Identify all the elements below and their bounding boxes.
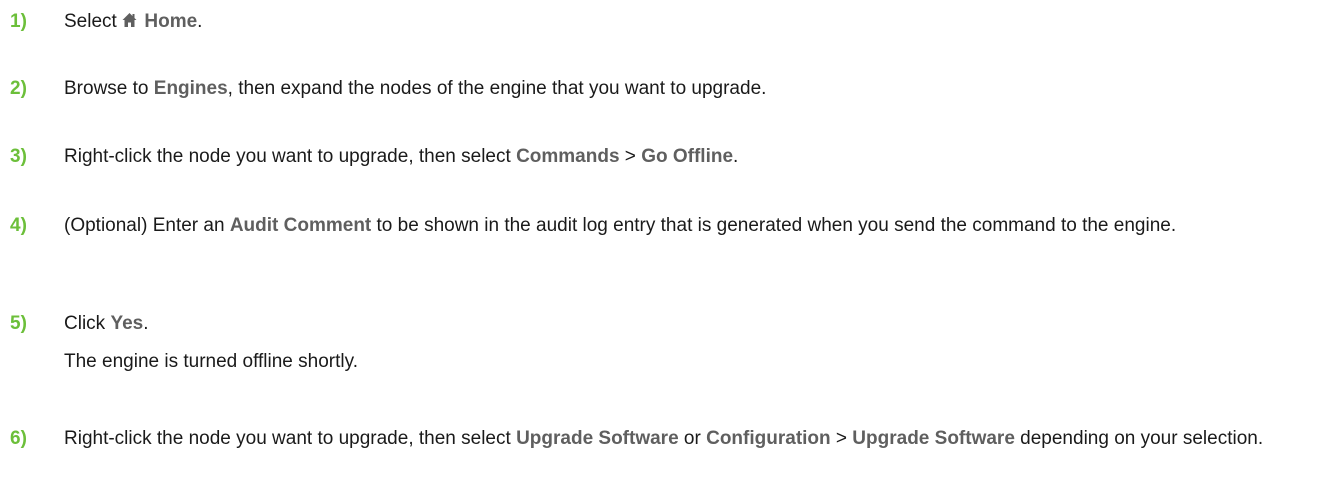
step-text-fragment: Click — [64, 313, 111, 334]
step-text-fragment: Right-click the node you want to upgrade… — [64, 146, 517, 167]
step-text-fragment: , then expand the nodes of the engine th… — [227, 78, 767, 99]
step-text-fragment: Select — [64, 11, 123, 32]
step-text: Select Home. — [64, 8, 1312, 36]
home-icon — [122, 12, 137, 28]
step-text-fragment: > — [830, 428, 853, 449]
step-number: 1) — [10, 11, 27, 32]
step-text-fragment: Browse to — [64, 78, 154, 99]
step-text: Browse to Engines, then expand the nodes… — [64, 75, 1312, 103]
ui-term-home: Home — [139, 11, 198, 32]
step-number: 5) — [10, 313, 27, 334]
step-number: 6) — [10, 428, 27, 449]
ui-term-upgrade-software: Upgrade Software — [852, 428, 1015, 449]
procedure-steps: 1) Select Home. 2) Browse to Engines, th… — [0, 0, 1332, 491]
ui-term-configuration: Configuration — [706, 428, 831, 449]
step-text-fragment: or — [678, 428, 707, 449]
step-text: Click Yes. The engine is turned offline … — [64, 310, 1312, 376]
step-text-fragment: > — [619, 146, 642, 167]
step-text: Right-click the node you want to upgrade… — [64, 143, 1312, 171]
ui-term-upgrade-software: Upgrade Software — [516, 428, 679, 449]
step-text-fragment: Right-click the node you want to upgrade… — [64, 428, 517, 449]
step-number: 3) — [10, 146, 27, 167]
step-text-fragment: to be shown in the audit log entry that … — [371, 215, 1177, 236]
step-text: (Optional) Enter an Audit Comment to be … — [64, 212, 1312, 240]
step-result: The engine is turned offline shortly. — [64, 351, 358, 372]
step-text-fragment: depending on your selection. — [1014, 428, 1264, 449]
step-text-fragment: . — [197, 11, 203, 32]
step-number: 4) — [10, 215, 27, 236]
step-text-fragment: . — [733, 146, 739, 167]
step-text-fragment: (Optional) Enter an — [64, 215, 230, 236]
step-text-fragment: . — [143, 313, 149, 334]
ui-term-engines: Engines — [153, 78, 228, 99]
ui-term-commands: Commands — [516, 146, 620, 167]
ui-term-go-offline: Go Offline — [641, 146, 734, 167]
ui-term-audit-comment: Audit Comment — [229, 215, 372, 236]
ui-term-yes: Yes — [110, 313, 144, 334]
step-number: 2) — [10, 78, 27, 99]
step-text: Right-click the node you want to upgrade… — [64, 425, 1312, 453]
